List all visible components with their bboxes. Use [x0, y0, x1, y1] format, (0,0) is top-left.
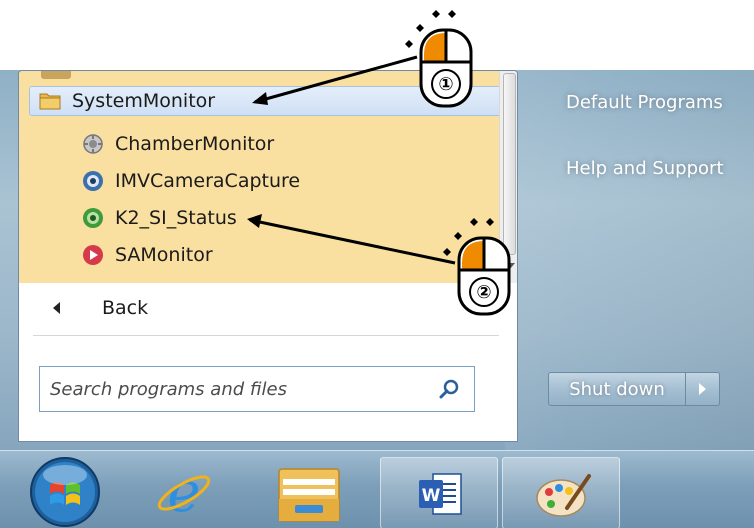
svg-text:W: W: [422, 486, 441, 506]
search-box[interactable]: [39, 366, 475, 412]
back-button[interactable]: Back: [19, 285, 499, 331]
word-icon: W: [419, 473, 462, 515]
file-explorer-icon[interactable]: [273, 463, 345, 525]
word-taskbar-button[interactable]: W: [380, 457, 498, 528]
program-label: SAMonitor: [115, 244, 213, 266]
step-2-label: ②: [469, 277, 499, 307]
chamber-monitor-icon: [83, 134, 103, 154]
paint-icon: [536, 474, 591, 517]
folder-label: SystemMonitor: [72, 90, 216, 112]
program-chamber-monitor[interactable]: ChamberMonitor: [81, 129, 274, 159]
folder-icon: [39, 93, 61, 110]
program-label: IMVCameraCapture: [115, 170, 301, 192]
program-label: ChamberMonitor: [115, 133, 275, 155]
k2-status-icon: [83, 208, 103, 228]
internet-explorer-icon[interactable]: e: [152, 461, 216, 525]
svg-text:e: e: [167, 461, 200, 525]
start-menu-left-pane: SystemMonitor ChamberMonitor IMVCameraCa…: [18, 70, 518, 442]
taskbar: e W: [0, 450, 754, 528]
shutdown-group: Shut down: [548, 372, 720, 406]
scroll-down-icon[interactable]: [505, 263, 515, 269]
search-input[interactable]: [40, 367, 438, 411]
search-icon[interactable]: [438, 378, 460, 400]
paint-taskbar-button[interactable]: [502, 457, 620, 528]
back-label: Back: [102, 297, 149, 319]
program-sa-monitor[interactable]: SAMonitor: [81, 240, 213, 270]
programs-scrollbar[interactable]: [499, 71, 517, 283]
folder-system-monitor[interactable]: SystemMonitor: [29, 86, 501, 116]
back-arrow-icon: [53, 302, 60, 314]
help-and-support-link[interactable]: Help and Support: [566, 158, 724, 179]
step-1-label: ①: [431, 69, 461, 99]
divider: [33, 335, 499, 336]
camera-capture-icon: [83, 171, 103, 191]
shutdown-options-button[interactable]: [686, 372, 720, 406]
search-area: [19, 341, 517, 441]
scrollbar-thumb[interactable]: [503, 73, 516, 255]
program-k2-si-status[interactable]: K2_SI_Status: [81, 203, 237, 233]
sa-monitor-icon: [83, 245, 103, 265]
program-label: K2_SI_Status: [115, 207, 237, 229]
default-programs-link[interactable]: Default Programs: [566, 92, 723, 113]
shutdown-button[interactable]: Shut down: [548, 372, 686, 406]
program-imv-camera-capture[interactable]: IMVCameraCapture: [81, 166, 300, 196]
chevron-right-icon: [699, 383, 706, 395]
previous-item-partial: [41, 71, 71, 79]
start-orb-icon[interactable]: [28, 455, 102, 528]
programs-list: SystemMonitor ChamberMonitor IMVCameraCa…: [19, 71, 501, 283]
